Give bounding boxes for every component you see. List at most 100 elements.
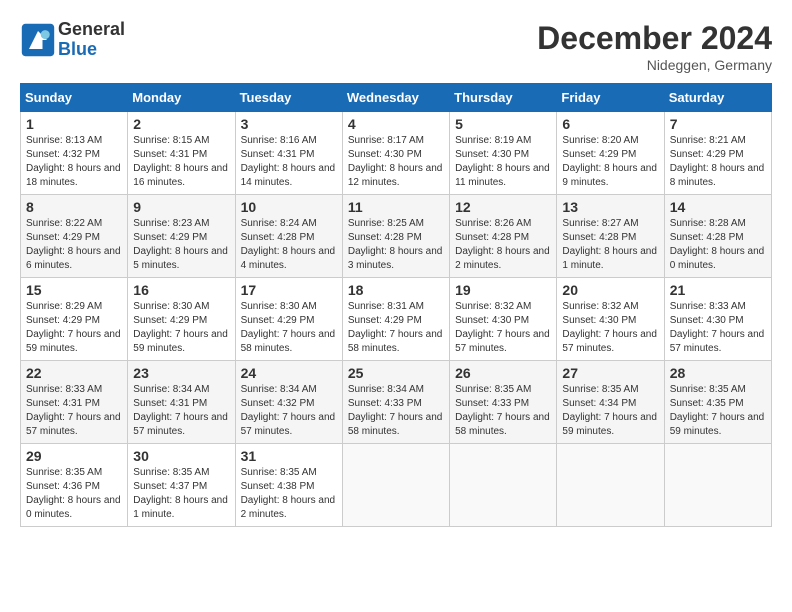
day-number: 20 — [562, 282, 658, 298]
day-number: 19 — [455, 282, 551, 298]
day-info: Sunrise: 8:26 AMSunset: 4:28 PMDaylight:… — [455, 217, 551, 273]
calendar-cell: 15 Sunrise: 8:29 AMSunset: 4:29 PMDayligh… — [21, 278, 128, 361]
calendar-cell: 30Sunrise: 8:35 AMSunset: 4:37 PMDayligh… — [128, 444, 235, 527]
day-number: 6 — [562, 116, 658, 132]
location: Nideggen, Germany — [537, 57, 772, 73]
calendar-cell: 4 Sunrise: 8:17 AMSunset: 4:30 PMDaylight… — [342, 112, 449, 195]
day-number: 3 — [241, 116, 337, 132]
day-info: Sunrise: 8:23 AMSunset: 4:29 PMDaylight:… — [133, 217, 229, 273]
day-info: Sunrise: 8:32 AMSunset: 4:30 PMDaylight:… — [455, 300, 551, 356]
calendar-table: SundayMondayTuesdayWednesdayThursdayFrid… — [20, 83, 772, 527]
calendar-cell: 25Sunrise: 8:34 AMSunset: 4:33 PMDayligh… — [342, 361, 449, 444]
calendar-week-row: 8 Sunrise: 8:22 AMSunset: 4:29 PMDaylight… — [21, 195, 772, 278]
calendar-cell: 23Sunrise: 8:34 AMSunset: 4:31 PMDayligh… — [128, 361, 235, 444]
day-info: Sunrise: 8:13 AMSunset: 4:32 PMDaylight:… — [26, 134, 122, 190]
calendar-week-row: 22 Sunrise: 8:33 AMSunset: 4:31 PMDayligh… — [21, 361, 772, 444]
calendar-cell: 22 Sunrise: 8:33 AMSunset: 4:31 PMDayligh… — [21, 361, 128, 444]
day-info: Sunrise: 8:27 AMSunset: 4:28 PMDaylight:… — [562, 217, 658, 273]
day-number: 9 — [133, 199, 229, 215]
day-info: Sunrise: 8:15 AMSunset: 4:31 PMDaylight:… — [133, 134, 229, 190]
day-number: 5 — [455, 116, 551, 132]
calendar-cell: 6Sunrise: 8:20 AMSunset: 4:29 PMDaylight… — [557, 112, 664, 195]
day-info: Sunrise: 8:32 AMSunset: 4:30 PMDaylight:… — [562, 300, 658, 356]
day-info: Sunrise: 8:29 AMSunset: 4:29 PMDaylight:… — [26, 300, 122, 356]
day-info: Sunrise: 8:31 AMSunset: 4:29 PMDaylight:… — [348, 300, 444, 356]
day-number: 25 — [348, 365, 444, 381]
day-number: 27 — [562, 365, 658, 381]
logo: General Blue — [20, 20, 125, 60]
calendar-cell: 5 Sunrise: 8:19 AMSunset: 4:30 PMDaylight… — [450, 112, 557, 195]
calendar-cell — [342, 444, 449, 527]
calendar-cell: 13 Sunrise: 8:27 AMSunset: 4:28 PMDayligh… — [557, 195, 664, 278]
calendar-cell — [450, 444, 557, 527]
calendar-cell: 20 Sunrise: 8:32 AMSunset: 4:30 PMDayligh… — [557, 278, 664, 361]
day-number: 22 — [26, 365, 122, 381]
calendar-cell: 28 Sunrise: 8:35 AMSunset: 4:35 PMDayligh… — [664, 361, 771, 444]
day-number: 17 — [241, 282, 337, 298]
day-info: Sunrise: 8:30 AMSunset: 4:29 PMDaylight:… — [241, 300, 337, 356]
day-info: Sunrise: 8:16 AMSunset: 4:31 PMDaylight:… — [241, 134, 337, 190]
calendar-body: 1 Sunrise: 8:13 AMSunset: 4:32 PMDaylight… — [21, 112, 772, 527]
day-number: 16 — [133, 282, 229, 298]
day-info: Sunrise: 8:28 AMSunset: 4:28 PMDaylight:… — [670, 217, 766, 273]
calendar-cell: 29Sunrise: 8:35 AMSunset: 4:36 PMDayligh… — [21, 444, 128, 527]
day-number: 28 — [670, 365, 766, 381]
day-info: Sunrise: 8:35 AMSunset: 4:35 PMDaylight:… — [670, 383, 766, 439]
day-number: 13 — [562, 199, 658, 215]
calendar-cell: 12 Sunrise: 8:26 AMSunset: 4:28 PMDayligh… — [450, 195, 557, 278]
day-number: 2 — [133, 116, 229, 132]
day-info: Sunrise: 8:22 AMSunset: 4:29 PMDaylight:… — [26, 217, 122, 273]
day-number: 31 — [241, 448, 337, 464]
calendar-week-row: 29Sunrise: 8:35 AMSunset: 4:36 PMDayligh… — [21, 444, 772, 527]
day-number: 18 — [348, 282, 444, 298]
calendar-week-row: 1 Sunrise: 8:13 AMSunset: 4:32 PMDaylight… — [21, 112, 772, 195]
logo-line1: General — [58, 20, 125, 40]
day-info: Sunrise: 8:19 AMSunset: 4:30 PMDaylight:… — [455, 134, 551, 190]
calendar-cell: 11Sunrise: 8:25 AMSunset: 4:28 PMDayligh… — [342, 195, 449, 278]
calendar-cell: 27 Sunrise: 8:35 AMSunset: 4:34 PMDayligh… — [557, 361, 664, 444]
day-header-sunday: Sunday — [21, 84, 128, 112]
day-number: 4 — [348, 116, 444, 132]
day-info: Sunrise: 8:35 AMSunset: 4:33 PMDaylight:… — [455, 383, 551, 439]
day-info: Sunrise: 8:34 AMSunset: 4:32 PMDaylight:… — [241, 383, 337, 439]
calendar-cell: 14 Sunrise: 8:28 AMSunset: 4:28 PMDayligh… — [664, 195, 771, 278]
calendar-cell: 21Sunrise: 8:33 AMSunset: 4:30 PMDayligh… — [664, 278, 771, 361]
calendar-cell: 2 Sunrise: 8:15 AMSunset: 4:31 PMDaylight… — [128, 112, 235, 195]
calendar-cell: 26 Sunrise: 8:35 AMSunset: 4:33 PMDayligh… — [450, 361, 557, 444]
title-block: December 2024 Nideggen, Germany — [537, 20, 772, 73]
day-number: 11 — [348, 199, 444, 215]
day-info: Sunrise: 8:17 AMSunset: 4:30 PMDaylight:… — [348, 134, 444, 190]
day-number: 23 — [133, 365, 229, 381]
day-number: 7 — [670, 116, 766, 132]
day-number: 10 — [241, 199, 337, 215]
day-number: 12 — [455, 199, 551, 215]
day-number: 8 — [26, 199, 122, 215]
day-number: 15 — [26, 282, 122, 298]
calendar-cell: 10 Sunrise: 8:24 AMSunset: 4:28 PMDayligh… — [235, 195, 342, 278]
month-title: December 2024 — [537, 20, 772, 57]
page-header: General Blue December 2024 Nideggen, Ger… — [20, 20, 772, 73]
day-info: Sunrise: 8:33 AMSunset: 4:30 PMDaylight:… — [670, 300, 766, 356]
day-number: 1 — [26, 116, 122, 132]
calendar-cell: 3 Sunrise: 8:16 AMSunset: 4:31 PMDaylight… — [235, 112, 342, 195]
day-number: 14 — [670, 199, 766, 215]
day-header-monday: Monday — [128, 84, 235, 112]
calendar-week-row: 15 Sunrise: 8:29 AMSunset: 4:29 PMDayligh… — [21, 278, 772, 361]
day-header-wednesday: Wednesday — [342, 84, 449, 112]
calendar-cell: 24 Sunrise: 8:34 AMSunset: 4:32 PMDayligh… — [235, 361, 342, 444]
calendar-cell: 7 Sunrise: 8:21 AMSunset: 4:29 PMDaylight… — [664, 112, 771, 195]
day-info: Sunrise: 8:21 AMSunset: 4:29 PMDaylight:… — [670, 134, 766, 190]
day-info: Sunrise: 8:35 AMSunset: 4:37 PMDaylight:… — [133, 466, 229, 522]
calendar-cell: 31Sunrise: 8:35 AMSunset: 4:38 PMDayligh… — [235, 444, 342, 527]
day-info: Sunrise: 8:30 AMSunset: 4:29 PMDaylight:… — [133, 300, 229, 356]
day-info: Sunrise: 8:24 AMSunset: 4:28 PMDaylight:… — [241, 217, 337, 273]
day-info: Sunrise: 8:35 AMSunset: 4:34 PMDaylight:… — [562, 383, 658, 439]
day-info: Sunrise: 8:33 AMSunset: 4:31 PMDaylight:… — [26, 383, 122, 439]
day-number: 24 — [241, 365, 337, 381]
calendar-header-row: SundayMondayTuesdayWednesdayThursdayFrid… — [21, 84, 772, 112]
logo-line2: Blue — [58, 40, 125, 60]
day-header-saturday: Saturday — [664, 84, 771, 112]
day-number: 26 — [455, 365, 551, 381]
calendar-cell: 17 Sunrise: 8:30 AMSunset: 4:29 PMDayligh… — [235, 278, 342, 361]
calendar-cell — [557, 444, 664, 527]
